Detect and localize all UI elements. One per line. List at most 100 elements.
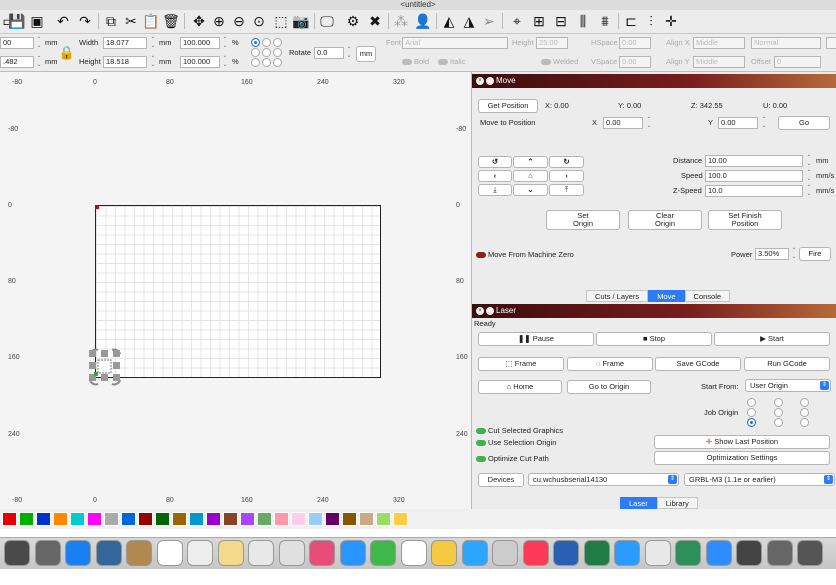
- dock-app-icon[interactable]: [492, 540, 518, 566]
- job-origin-center[interactable]: [774, 408, 783, 417]
- x-position-input[interactable]: 00: [0, 37, 34, 49]
- move-icon[interactable]: ✥: [190, 12, 208, 30]
- tab-cuts-layers[interactable]: Cuts / Layers: [586, 290, 649, 302]
- color-swatch[interactable]: [189, 512, 204, 526]
- jog-right-button[interactable]: ›: [549, 170, 584, 182]
- color-swatch[interactable]: [342, 512, 357, 526]
- zoom-out-icon[interactable]: ⊖: [230, 12, 248, 30]
- dock-app-icon[interactable]: [126, 540, 152, 566]
- color-swatch[interactable]: [19, 512, 34, 526]
- dock-app-icon[interactable]: [187, 540, 213, 566]
- y-spinner[interactable]: ⌃ ⌄: [36, 56, 42, 68]
- scale-height-spinner[interactable]: ⌃ ⌄: [222, 56, 228, 68]
- dock-app-icon[interactable]: [766, 540, 793, 566]
- jog-home-button[interactable]: ⌂: [513, 170, 548, 182]
- copy-icon[interactable]: ⧉: [102, 12, 120, 30]
- dock-app-icon[interactable]: [95, 540, 122, 566]
- port-select[interactable]: cu.wchusbserial14130 ⇕: [528, 473, 679, 486]
- dock-app-icon[interactable]: [675, 540, 701, 566]
- dock-app-icon[interactable]: [522, 540, 549, 566]
- align-icon[interactable]: ⊞: [530, 12, 548, 30]
- tab-library[interactable]: Library: [656, 497, 698, 509]
- job-origin-bottom-center[interactable]: [774, 418, 783, 427]
- job-origin-bottom-left[interactable]: [747, 418, 756, 427]
- z-speed-spinner[interactable]: ⌃ ⌄: [806, 185, 812, 197]
- dock-app-icon[interactable]: [461, 540, 488, 566]
- move-x-spinner[interactable]: ⌃ ⌄: [646, 117, 652, 129]
- aligny-select[interactable]: Middle: [693, 56, 745, 68]
- jog-down-button[interactable]: ⌄: [513, 184, 548, 196]
- color-swatch[interactable]: [257, 512, 272, 526]
- device-select[interactable]: GRBL-M3 (1.1e or earlier) ⇕: [684, 473, 835, 486]
- scale-height-input[interactable]: 100.000: [180, 56, 220, 68]
- frame-rect-button[interactable]: ⬚ Frame: [478, 357, 564, 371]
- work-area-grid[interactable]: [95, 205, 381, 378]
- color-swatch[interactable]: [121, 512, 136, 526]
- color-swatch[interactable]: [291, 512, 306, 526]
- mirror-h-icon[interactable]: ◭: [440, 12, 458, 30]
- start-button[interactable]: ▶ Start: [714, 332, 830, 346]
- grid-icon[interactable]: ⩩: [596, 12, 614, 30]
- anchor-bottom-right[interactable]: [273, 58, 282, 67]
- jog-ccw-button[interactable]: ↺: [478, 156, 512, 168]
- job-origin-mid-left[interactable]: [747, 408, 756, 417]
- power-input[interactable]: 3.50%: [755, 248, 789, 260]
- y-position-input[interactable]: .482: [0, 56, 34, 68]
- center-icon[interactable]: ✛: [662, 12, 680, 30]
- zoom-fit-icon[interactable]: ⊙: [250, 12, 268, 30]
- set-origin-button[interactable]: Set Origin: [546, 210, 620, 230]
- camera-icon[interactable]: 📷: [292, 12, 310, 30]
- color-swatch[interactable]: [206, 512, 221, 526]
- dock-app-icon[interactable]: [705, 540, 732, 566]
- jog-cw-button[interactable]: ↻: [549, 156, 584, 168]
- run-gcode-button[interactable]: Run GCode: [744, 357, 830, 371]
- height-spinner[interactable]: ⌃ ⌄: [150, 56, 156, 68]
- zoom-in-icon[interactable]: ⊕: [210, 12, 228, 30]
- tab-laser[interactable]: Laser: [620, 497, 657, 509]
- frame-round-button[interactable]: ◌ Frame: [567, 357, 653, 371]
- cut-selected-toggle[interactable]: [476, 428, 486, 434]
- color-swatch[interactable]: [2, 512, 17, 526]
- user-icon[interactable]: 👤: [414, 12, 432, 30]
- start-from-select[interactable]: User Origin ⇕: [745, 379, 831, 392]
- color-swatch[interactable]: [53, 512, 68, 526]
- target-icon[interactable]: ⌖: [508, 12, 526, 30]
- optimize-cut-path-toggle[interactable]: [476, 456, 486, 462]
- z-speed-input[interactable]: 10.0: [705, 185, 803, 197]
- speed-spinner[interactable]: ⌃ ⌄: [806, 170, 812, 182]
- stop-button[interactable]: ■ Stop: [596, 332, 712, 346]
- float-icon[interactable]: [486, 77, 494, 85]
- mirror-v-icon[interactable]: ◮: [460, 12, 478, 30]
- close-icon[interactable]: ×: [476, 307, 484, 315]
- dock-app-icon[interactable]: [370, 540, 396, 566]
- color-swatch[interactable]: [240, 512, 255, 526]
- jog-z-down-button[interactable]: ⤓: [478, 184, 512, 196]
- dock-app-icon[interactable]: [248, 540, 274, 566]
- selected-shape[interactable]: [84, 346, 126, 388]
- move-y-spinner[interactable]: ⌃ ⌄: [761, 117, 767, 129]
- vspace-input[interactable]: 0.00: [619, 56, 651, 68]
- text-extra-input[interactable]: [826, 37, 836, 49]
- dock-app-icon[interactable]: [797, 540, 823, 566]
- font-select[interactable]: Arial: [402, 37, 508, 49]
- split-icon[interactable]: ⊏: [622, 12, 640, 30]
- text-height-input[interactable]: 25.00: [536, 37, 568, 49]
- distance-input[interactable]: 10.00: [705, 155, 803, 167]
- dock-app-icon[interactable]: [736, 540, 762, 566]
- style-select[interactable]: Normal: [751, 37, 821, 49]
- color-swatch[interactable]: [172, 512, 187, 526]
- unit-toggle-button[interactable]: mm: [356, 46, 376, 62]
- jog-up-button[interactable]: ⌃: [513, 156, 548, 168]
- color-swatch[interactable]: [325, 512, 340, 526]
- dock-app-icon[interactable]: [431, 540, 457, 566]
- power-spinner[interactable]: ⌃ ⌄: [791, 248, 797, 260]
- tab-console[interactable]: Console: [684, 290, 731, 302]
- pause-button[interactable]: ❚❚ Pause: [478, 332, 594, 346]
- float-icon[interactable]: [486, 307, 494, 315]
- workspace-canvas[interactable]: -80 0 80 160 240 320 -80 0 80 160 240 32…: [0, 72, 472, 509]
- close-icon[interactable]: ×: [476, 77, 484, 85]
- distance-spinner[interactable]: ⌃ ⌄: [806, 155, 812, 167]
- dock-app-icon[interactable]: [644, 540, 671, 566]
- rotate-input[interactable]: 0.0: [314, 47, 344, 59]
- scale-width-spinner[interactable]: ⌃ ⌄: [222, 37, 228, 49]
